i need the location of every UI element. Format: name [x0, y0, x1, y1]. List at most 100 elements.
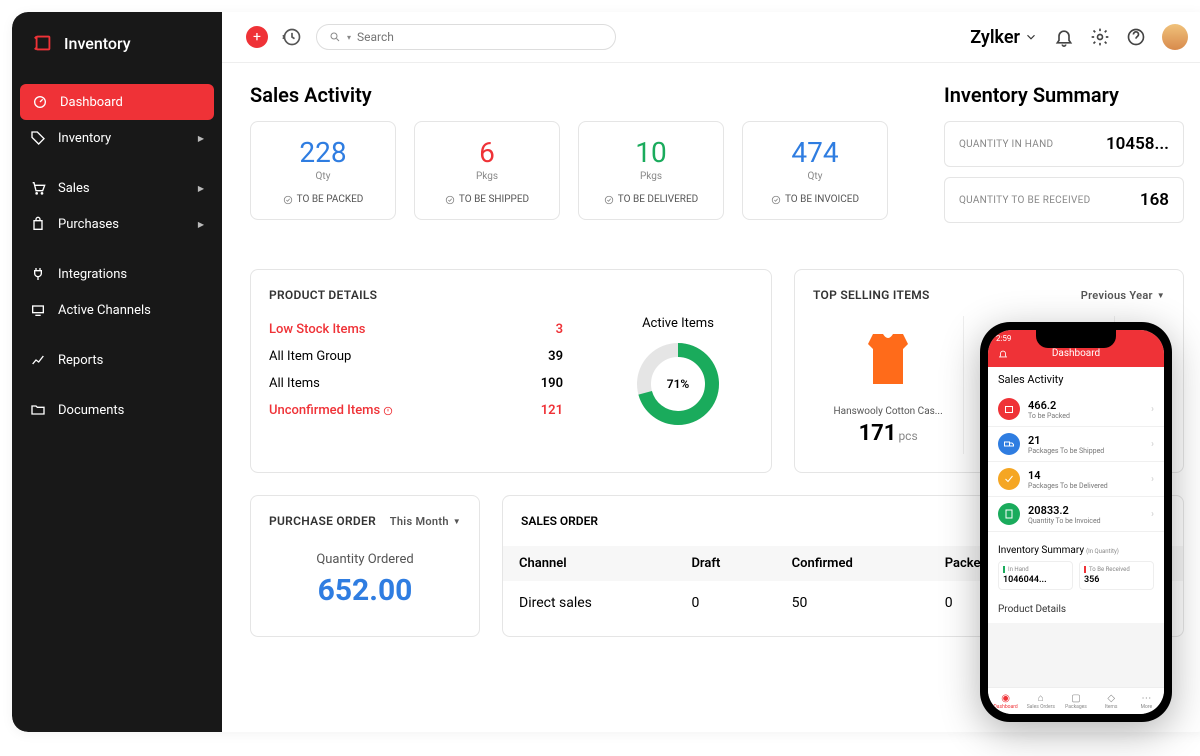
ph-item-packed[interactable]: 466.2To be Packed › [988, 392, 1164, 427]
sa-value: 10 [597, 136, 705, 169]
purchase-order-card: PURCHASE ORDER This Month ▼ Quantity Ord… [250, 495, 480, 637]
sidebar-item-label: Active Channels [58, 303, 151, 318]
top-selling-filter[interactable]: Previous Year ▼ [1081, 289, 1165, 302]
bell-icon [998, 349, 1008, 359]
sa-unit: Pkgs [433, 171, 541, 182]
truck-icon [998, 433, 1020, 455]
pd-unconfirmed[interactable]: Unconfirmed Items 121 [269, 397, 563, 424]
cart-icon: ⌂ [1023, 692, 1058, 704]
ph-tab-sales[interactable]: ⌂Sales Orders [1023, 692, 1058, 710]
chevron-right-icon: › [1151, 509, 1154, 520]
sa-value: 474 [761, 136, 869, 169]
cart-icon [30, 180, 46, 196]
channel-icon [30, 302, 46, 318]
bell-icon[interactable] [1054, 27, 1074, 47]
sidebar-item-purchases[interactable]: Purchases ▶ [12, 206, 222, 242]
ph-inv-in-hand: In Hand 1046044... [998, 561, 1073, 590]
receipt-icon [998, 503, 1020, 525]
sidebar-item-label: Inventory [58, 131, 111, 146]
pd-all-items[interactable]: All Items190 [269, 370, 563, 397]
dashboard-icon [32, 94, 48, 110]
sidebar-item-inventory[interactable]: Inventory ▶ [12, 120, 222, 156]
donut-percent: 71% [667, 377, 690, 391]
sidebar-item-documents[interactable]: Documents [12, 392, 222, 428]
po-filter[interactable]: This Month ▼ [390, 515, 461, 528]
sidebar-item-sales[interactable]: Sales ▶ [12, 170, 222, 206]
chevron-right-icon: ▶ [198, 220, 204, 229]
inv-label: QUANTITY IN HAND [959, 139, 1053, 150]
sidebar-item-label: Sales [58, 181, 90, 196]
sidebar-item-label: Integrations [58, 267, 127, 282]
sales-activity-title: Sales Activity [250, 83, 888, 107]
sa-card-invoiced[interactable]: 474 Qty TO BE INVOICED [742, 121, 888, 220]
ph-item-invoiced[interactable]: 20833.2Quantity To be Invoiced › [988, 497, 1164, 532]
topbar: + ▾ Zylker [222, 12, 1200, 63]
home-icon: ◉ [988, 692, 1023, 704]
search-input[interactable] [357, 30, 603, 44]
chevron-right-icon: ▶ [198, 134, 204, 143]
org-switcher[interactable]: Zylker [970, 27, 1038, 48]
so-td: Direct sales [503, 581, 675, 625]
sidebar-item-active-channels[interactable]: Active Channels [12, 292, 222, 328]
bag-icon [30, 216, 46, 232]
ph-tab-items[interactable]: ◇Items [1094, 692, 1129, 710]
gear-icon[interactable] [1090, 27, 1110, 47]
product-image [858, 324, 918, 394]
inv-label: QUANTITY TO BE RECEIVED [959, 195, 1091, 206]
sidebar-item-label: Purchases [58, 217, 119, 232]
help-icon[interactable] [1126, 27, 1146, 47]
check-icon [998, 468, 1020, 490]
chevron-right-icon: ▶ [198, 184, 204, 193]
sidebar-item-dashboard[interactable]: Dashboard [20, 84, 214, 120]
pd-item-group[interactable]: All Item Group39 [269, 343, 563, 370]
inv-to-receive-row: QUANTITY TO BE RECEIVED 168 [944, 177, 1184, 223]
sidebar-item-integrations[interactable]: Integrations [12, 256, 222, 292]
po-title: PURCHASE ORDER [269, 514, 376, 528]
add-button[interactable]: + [246, 26, 268, 48]
sa-card-packed[interactable]: 228 Qty TO BE PACKED [250, 121, 396, 220]
active-items-label: Active Items [603, 316, 753, 331]
pd-low-stock[interactable]: Low Stock Items3 [269, 316, 563, 343]
ph-item-delivered[interactable]: 14Packages To be Delivered › [988, 462, 1164, 497]
brand: Inventory [12, 32, 222, 72]
chevron-down-icon [1024, 30, 1038, 44]
ph-time: 2:59 [996, 334, 1011, 343]
chevron-down-icon: ▼ [1157, 291, 1165, 300]
so-th: Channel [503, 546, 675, 581]
tag-icon [30, 130, 46, 146]
ph-tab-packages[interactable]: ▢Packages [1058, 692, 1093, 710]
plug-icon [30, 266, 46, 282]
search-box[interactable]: ▾ [316, 24, 616, 50]
sidebar-item-label: Dashboard [60, 95, 123, 110]
sa-card-shipped[interactable]: 6 Pkgs TO BE SHIPPED [414, 121, 560, 220]
check-circle-icon [604, 195, 614, 205]
ph-tab-more[interactable]: ⋯More [1129, 692, 1164, 710]
org-name-label: Zylker [970, 27, 1020, 48]
ph-header-title: Dashboard [1052, 348, 1100, 359]
check-circle-icon [445, 195, 455, 205]
po-value: 652.00 [269, 573, 461, 608]
ph-item-shipped[interactable]: 21Packages To be Shipped › [988, 427, 1164, 462]
inv-value: 168 [1140, 190, 1169, 210]
sidebar-item-reports[interactable]: Reports [12, 342, 222, 378]
ph-inv-summary: Inventory Summary(In Quantity) In Hand 1… [988, 532, 1164, 596]
inventory-summary-section: Inventory Summary QUANTITY IN HAND 10458… [944, 83, 1184, 233]
sa-unit: Qty [269, 171, 377, 182]
history-icon[interactable] [282, 27, 302, 47]
ph-tab-dashboard[interactable]: ◉Dashboard [988, 692, 1023, 710]
folder-icon [30, 402, 46, 418]
sidebar: Inventory Dashboard Inventory ▶ Sales ▶ … [12, 12, 222, 732]
check-circle-icon [771, 195, 781, 205]
so-th: Draft [675, 546, 775, 581]
brand-text: Inventory [64, 34, 131, 53]
avatar[interactable] [1162, 24, 1188, 50]
sa-label: TO BE PACKED [297, 194, 364, 205]
ts-item-1[interactable]: Hanswooly Cotton Cas... 171pcs [813, 316, 964, 454]
sa-card-delivered[interactable]: 10 Pkgs TO BE DELIVERED [578, 121, 724, 220]
sa-value: 6 [433, 136, 541, 169]
ts-unit: pcs [898, 429, 917, 443]
chevron-right-icon: › [1151, 474, 1154, 485]
box-icon [998, 398, 1020, 420]
chevron-right-icon: › [1151, 404, 1154, 415]
inventory-logo-icon [32, 32, 54, 54]
